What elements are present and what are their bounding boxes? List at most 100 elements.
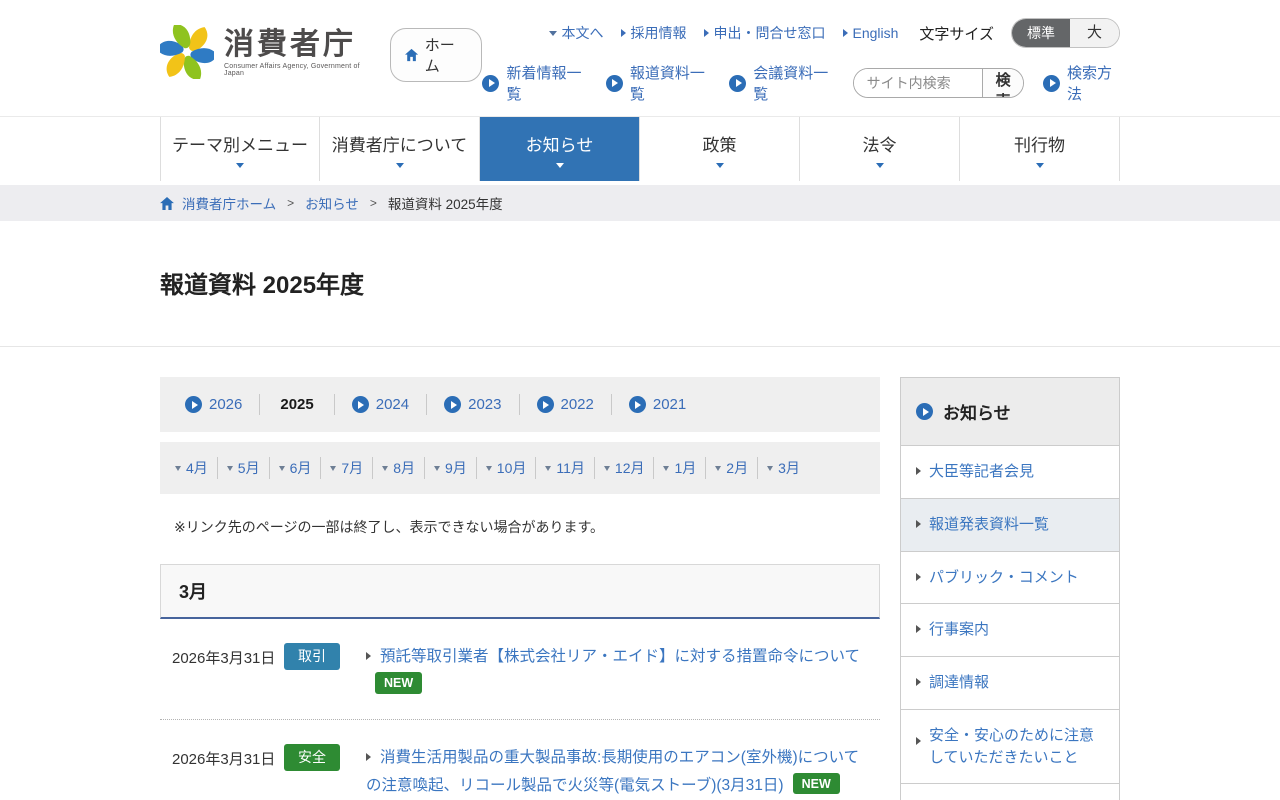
arrow-right-icon: [366, 652, 371, 660]
circle-arrow-icon: [444, 396, 461, 413]
nav-theme-menu[interactable]: テーマ別メニュー: [160, 117, 320, 181]
year-tab-2025-current: 2025: [260, 394, 334, 415]
skip-to-content-link[interactable]: 本文へ: [549, 23, 604, 43]
circle-arrow-icon: [537, 396, 554, 413]
home-icon: [160, 197, 174, 210]
month-tab-4[interactable]: 8月: [373, 457, 425, 479]
nav-laws[interactable]: 法令: [800, 117, 960, 181]
chevron-down-icon: [486, 466, 492, 471]
english-link[interactable]: English: [843, 25, 899, 41]
month-tab-0[interactable]: 4月: [166, 457, 218, 479]
month-tab-7[interactable]: 11月: [536, 457, 595, 479]
chevron-down-icon: [545, 466, 551, 471]
breadcrumb: 消費者庁ホーム > お知らせ > 報道資料 2025年度: [160, 185, 1120, 221]
month-tab-5[interactable]: 9月: [425, 457, 477, 479]
category-badge: 取引: [284, 643, 340, 670]
arrow-right-icon: [916, 678, 921, 686]
nav-publications[interactable]: 刊行物: [960, 117, 1120, 181]
news-link[interactable]: 消費生活用製品の重大製品事故:長期使用のエアコン(室外機)についての注意喚起、リ…: [366, 749, 859, 794]
sidebar-title: お知らせ: [901, 378, 1119, 446]
month-tab-3[interactable]: 7月: [321, 457, 373, 479]
agency-name: 消費者庁: [224, 28, 364, 61]
site-header: 消費者庁 Consumer Affairs Agency, Government…: [0, 0, 1280, 116]
press-release-list-link[interactable]: 報道資料一覧: [606, 62, 710, 104]
year-tabs: 2026 2025 2024 2023 2022 2021: [160, 377, 880, 432]
search-input[interactable]: [854, 69, 982, 97]
month-tab-9[interactable]: 1月: [654, 457, 706, 479]
arrow-right-icon: [916, 625, 921, 633]
sidebar-item-events[interactable]: 行事案内: [901, 604, 1119, 657]
month-tab-11[interactable]: 3月: [758, 457, 809, 479]
agency-name-english: Consumer Affairs Agency, Government of J…: [224, 63, 364, 77]
chevron-down-icon: [715, 466, 721, 471]
contact-link[interactable]: 申出・問合せ窓口: [704, 23, 826, 43]
font-size-large-button[interactable]: 大: [1070, 19, 1119, 47]
home-button[interactable]: ホーム: [390, 28, 483, 82]
arrow-right-icon: [704, 29, 709, 37]
circle-arrow-icon: [606, 75, 623, 92]
breadcrumb-home-link[interactable]: 消費者庁ホーム: [182, 193, 276, 213]
month-tab-2[interactable]: 6月: [270, 457, 322, 479]
font-size-standard-button[interactable]: 標準: [1012, 19, 1070, 47]
news-link[interactable]: 預託等取引業者【株式会社リア・エイド】に対する措置命令について: [380, 648, 860, 665]
sidebar-item-public-comment[interactable]: パブリック・コメント: [901, 552, 1119, 605]
chevron-down-icon: [396, 163, 404, 168]
news-date: 2026年3月31日: [172, 643, 284, 699]
chevron-down-icon: [556, 163, 564, 168]
chevron-down-icon: [382, 466, 388, 471]
arrow-right-icon: [916, 573, 921, 581]
sidebar-item-procurement[interactable]: 調達情報: [901, 657, 1119, 710]
circle-arrow-icon: [916, 403, 933, 420]
category-badge: 安全: [284, 744, 340, 771]
disclaimer-note: ※リンク先のページの一部は終了し、表示できない場合があります。: [174, 517, 880, 537]
arrow-right-icon: [843, 29, 848, 37]
month-tab-10[interactable]: 2月: [706, 457, 758, 479]
month-tab-8[interactable]: 12月: [595, 457, 655, 479]
chevron-down-icon: [330, 466, 336, 471]
chevron-down-icon: [175, 466, 181, 471]
page-title-band: 報道資料 2025年度: [0, 221, 1280, 347]
search-button[interactable]: 検索: [982, 69, 1024, 97]
year-tab-2023[interactable]: 2023: [427, 394, 519, 415]
news-list: 2026年3月31日 取引 預託等取引業者【株式会社リア・エイド】に対する措置命…: [160, 619, 880, 800]
breadcrumb-separator: >: [370, 196, 377, 210]
circle-arrow-icon: [352, 396, 369, 413]
chevron-down-icon: [227, 466, 233, 471]
month-tab-1[interactable]: 5月: [218, 457, 270, 479]
breadcrumb-separator: >: [287, 196, 294, 210]
month-tabs: 4月 5月 6月 7月 8月 9月 10月 11月 12月 1月 2月 3月: [160, 442, 880, 494]
font-size-toggle: 標準 大: [1011, 18, 1120, 48]
year-tab-2026[interactable]: 2026: [168, 394, 260, 415]
sidebar-item-safety-cautions[interactable]: 安全・安心のために注意していただきたいこと: [901, 710, 1119, 785]
news-row: 2026年3月31日 安全 消費生活用製品の重大製品事故:長期使用のエアコン(室…: [160, 720, 880, 800]
quick-links: 新着情報一覧 報道資料一覧 会議資料一覧 検索 検索方法: [482, 62, 1120, 104]
chevron-down-icon: [663, 466, 669, 471]
arrow-right-icon: [916, 737, 921, 745]
arrow-right-icon: [916, 467, 921, 475]
nav-about-agency[interactable]: 消費者庁について: [320, 117, 480, 181]
sidebar-news-menu: お知らせ 大臣等記者会見 報道発表資料一覧 パブリック・コメント 行事案内 調達…: [900, 377, 1120, 800]
logo[interactable]: 消費者庁 Consumer Affairs Agency, Government…: [160, 14, 482, 82]
meeting-materials-list-link[interactable]: 会議資料一覧: [729, 62, 833, 104]
year-tab-2024[interactable]: 2024: [335, 394, 427, 415]
chevron-down-icon: [876, 163, 884, 168]
sidebar-item-press-conference[interactable]: 大臣等記者会見: [901, 446, 1119, 499]
chevron-down-icon: [604, 466, 610, 471]
breadcrumb-news-link[interactable]: お知らせ: [305, 193, 359, 213]
new-info-list-link[interactable]: 新着情報一覧: [482, 62, 586, 104]
search-help-link[interactable]: 検索方法: [1043, 62, 1120, 104]
arrow-right-icon: [916, 520, 921, 528]
recruit-link[interactable]: 採用情報: [621, 23, 687, 43]
year-tab-2021[interactable]: 2021: [612, 394, 703, 415]
new-badge: NEW: [793, 773, 840, 794]
month-tab-6[interactable]: 10月: [477, 457, 537, 479]
circle-arrow-icon: [629, 396, 646, 413]
year-tab-2022[interactable]: 2022: [520, 394, 612, 415]
arrow-right-icon: [366, 753, 371, 761]
nav-news[interactable]: お知らせ: [480, 117, 640, 181]
circle-arrow-icon: [482, 75, 499, 92]
circle-arrow-icon: [185, 396, 202, 413]
nav-policies[interactable]: 政策: [640, 117, 800, 181]
sidebar-item-new-info-list[interactable]: 新着情報一覧: [901, 784, 1119, 800]
sidebar-item-press-release-list[interactable]: 報道発表資料一覧: [901, 499, 1119, 552]
